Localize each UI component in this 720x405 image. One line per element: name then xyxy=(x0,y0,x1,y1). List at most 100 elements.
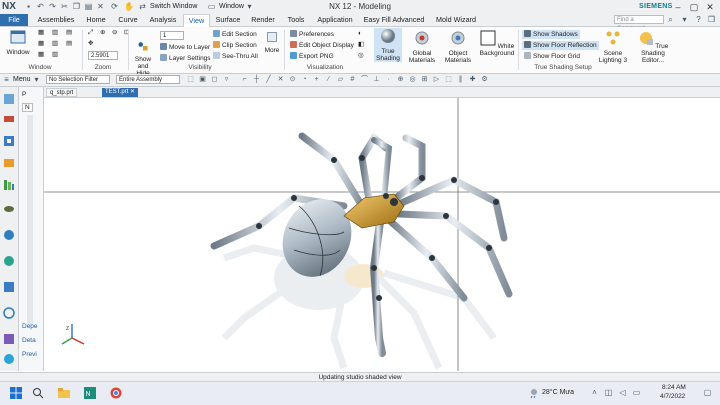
switch-window-icon[interactable]: ⇄ xyxy=(138,2,147,11)
selection-filter-dropdown[interactable]: No Selection Filter xyxy=(46,75,110,84)
view-palette-icon[interactable] xyxy=(3,203,15,215)
show-floor-reflection-toggle[interactable]: Show Floor Reflection xyxy=(522,41,599,50)
nx-taskbar-icon[interactable]: N xyxy=(84,387,96,399)
true-shading-editor-button[interactable]: True Shading Editor... xyxy=(632,30,674,64)
roles-icon[interactable] xyxy=(3,307,15,319)
clip-section-button[interactable]: Clip Section xyxy=(213,41,257,50)
graphics-window[interactable]: Z xyxy=(44,98,720,371)
window-layout-3-icon[interactable]: ▤ xyxy=(66,29,72,37)
zoom-out-icon[interactable]: ⊖ xyxy=(112,29,117,37)
assembly-navigator-icon[interactable] xyxy=(3,93,15,105)
snap-tangent-icon[interactable]: ⌒ xyxy=(360,75,369,84)
tab-tools[interactable]: Tools xyxy=(282,14,310,26)
menu-icon[interactable]: ≡ xyxy=(2,75,11,84)
tab-surface[interactable]: Surface xyxy=(212,14,244,26)
tab-curve[interactable]: Curve xyxy=(114,14,142,26)
more-button[interactable]: More xyxy=(262,31,282,54)
undo-icon[interactable]: ↶ xyxy=(36,2,45,11)
copy-icon[interactable]: ❐ xyxy=(72,2,81,11)
ribbon-options-icon[interactable]: ▾ xyxy=(680,15,689,24)
spider-model-view[interactable]: Z xyxy=(44,98,720,371)
notifications-icon[interactable]: ▢ xyxy=(703,388,712,397)
snap-pole-icon[interactable]: · xyxy=(384,75,393,84)
deselect-icon[interactable]: ◻ xyxy=(210,75,219,84)
file-explorer-icon[interactable] xyxy=(58,387,70,399)
edge-style-icon[interactable]: ◧ xyxy=(358,41,364,49)
network-icon[interactable]: ◫ xyxy=(604,388,613,397)
see-thru-all-button[interactable]: See-Thru All xyxy=(213,52,258,61)
window-layout-7-icon[interactable]: ▦ xyxy=(38,51,44,59)
snap-center-icon[interactable]: ⊕ xyxy=(396,75,405,84)
pan-icon[interactable]: ✥ xyxy=(88,40,93,48)
export-png-button[interactable]: Export PNG xyxy=(290,52,334,61)
zoom-fit-icon[interactable]: ⤢ xyxy=(88,29,93,37)
filter-icon[interactable]: ▿ xyxy=(222,75,231,84)
chrome-icon[interactable] xyxy=(110,387,122,399)
snap-bounded-grid-icon[interactable]: # xyxy=(348,75,357,84)
search-icon[interactable] xyxy=(32,387,44,399)
constraint-navigator-icon[interactable] xyxy=(3,113,15,125)
snap-quadrant-icon[interactable]: ◔ xyxy=(300,75,309,84)
doc-tab-test[interactable]: TEST.prt ✕ xyxy=(102,88,139,97)
snap-parallel-icon[interactable]: ∥ xyxy=(456,75,465,84)
window-icon[interactable]: ▭ xyxy=(207,2,216,11)
snap-endpoint-icon[interactable]: ⌐ xyxy=(240,75,249,84)
white-background-button[interactable]: White Background xyxy=(478,30,516,57)
web-browser-icon[interactable] xyxy=(3,229,15,241)
menu-button[interactable]: Menu xyxy=(13,75,31,84)
preferences-button[interactable]: Preferences xyxy=(290,30,334,39)
repeat-command-icon[interactable]: ⟳ xyxy=(110,2,119,11)
system-scenes-icon[interactable] xyxy=(3,333,15,345)
taskbar-date[interactable]: 4/7/2022 xyxy=(660,393,685,400)
navigator-name-column[interactable]: N xyxy=(22,103,33,112)
scene-lighting-button[interactable]: Scene Lighting 3 xyxy=(596,30,630,64)
show-shadows-toggle[interactable]: Show Shadows xyxy=(522,30,580,39)
close-button[interactable]: ✕ xyxy=(704,1,716,13)
preview-panel[interactable]: Previ xyxy=(22,351,37,358)
edit-section-button[interactable]: Edit Section xyxy=(213,30,257,39)
dependencies-panel[interactable]: Depe xyxy=(22,323,38,330)
minimize-button[interactable]: – xyxy=(672,1,684,13)
details-panel[interactable]: Deta xyxy=(22,337,36,344)
show-and-hide-button[interactable]: Show and Hide xyxy=(130,40,156,77)
window-layout-1-icon[interactable]: ▦ xyxy=(38,29,44,37)
window-layout-8-icon[interactable]: ▥ xyxy=(52,51,58,59)
assembly-scope-dropdown[interactable]: Entire Assembly xyxy=(116,75,180,84)
zoom-in-icon[interactable]: ⊕ xyxy=(100,29,105,37)
render-style-icon[interactable]: ◐ xyxy=(358,30,362,38)
tab-assemblies[interactable]: Assemblies xyxy=(34,14,78,26)
true-shading-button[interactable]: True Shading xyxy=(374,28,402,62)
tab-home[interactable]: Home xyxy=(82,14,110,26)
windows-start-icon[interactable] xyxy=(10,387,22,399)
command-search-input[interactable]: Find a Command xyxy=(614,15,664,32)
global-materials-button[interactable]: Global Materials xyxy=(406,30,438,64)
navigator-scrollbar[interactable] xyxy=(27,115,33,325)
snap-point-on-curve-icon[interactable]: ∕ xyxy=(324,75,333,84)
menu-dropdown-icon[interactable]: ▾ xyxy=(32,75,41,84)
window-layout-4-icon[interactable]: ▦ xyxy=(38,40,44,48)
move-to-layer-button[interactable]: Move to Layer xyxy=(160,43,210,52)
snap-control-icon[interactable]: ╱ xyxy=(264,75,273,84)
edit-object-display-button[interactable]: Edit Object Display xyxy=(290,41,354,50)
layer-settings-button[interactable]: Layer Settings xyxy=(160,54,211,63)
taskbar-time[interactable]: 8:24 AM xyxy=(662,384,686,391)
snap-intersection-icon[interactable]: ✕ xyxy=(276,75,285,84)
window-dropdown-icon[interactable]: ▾ xyxy=(245,2,254,11)
select-icon[interactable]: ⬚ xyxy=(186,75,195,84)
snap-perpendicular-icon[interactable]: ⊥ xyxy=(372,75,381,84)
history-icon[interactable] xyxy=(3,179,15,191)
reuse-library-icon[interactable] xyxy=(3,157,15,169)
tab-mold-wizard[interactable]: Mold Wizard xyxy=(432,14,480,26)
snap-nearest-icon[interactable]: ◎ xyxy=(408,75,417,84)
switch-window-button[interactable]: Switch Window xyxy=(150,2,197,11)
weather-readout[interactable]: 28°C Mưa xyxy=(542,389,574,396)
lighting-style-icon[interactable]: ◎ xyxy=(358,52,364,60)
select-all-icon[interactable]: ▣ xyxy=(198,75,207,84)
restore-ribbon-icon[interactable]: ❐ xyxy=(707,15,716,24)
tab-file[interactable]: File xyxy=(0,14,28,26)
tab-analysis[interactable]: Analysis xyxy=(146,14,180,26)
window-layout-2-icon[interactable]: ▥ xyxy=(52,29,58,37)
object-materials-button[interactable]: Object Materials xyxy=(442,30,474,64)
snap-grid-icon[interactable]: ⊞ xyxy=(420,75,429,84)
doc-tab-q-stp[interactable]: q_stp.prt xyxy=(46,88,78,97)
